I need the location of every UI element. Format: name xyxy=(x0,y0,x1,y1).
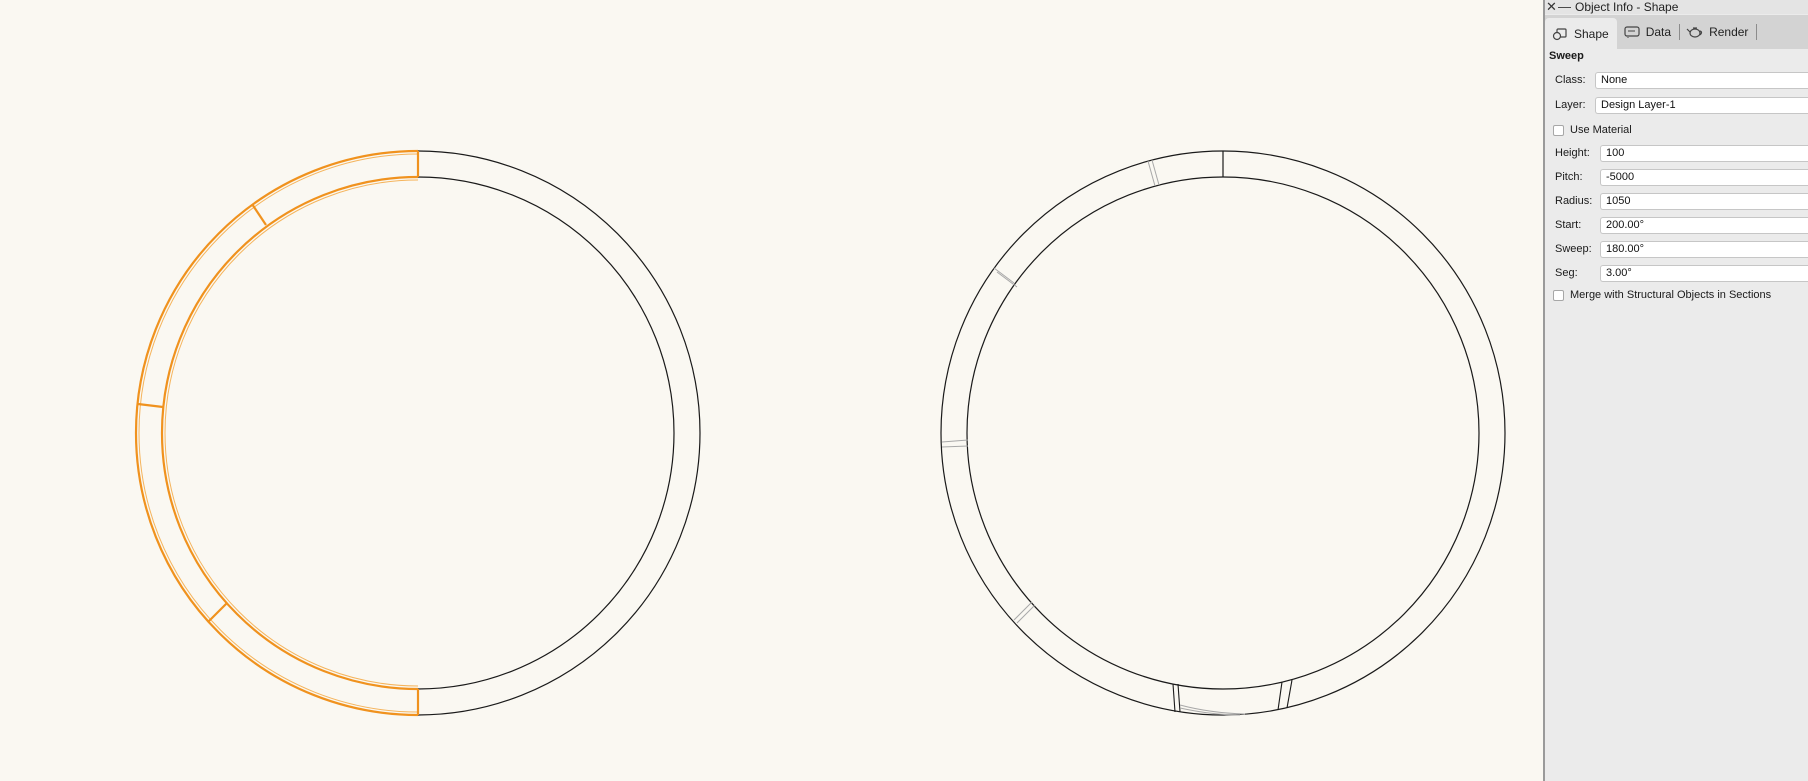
sweep-row: Sweep: 180.00° xyxy=(1555,240,1808,258)
start-field[interactable]: 200.00° xyxy=(1600,216,1808,234)
tab-render-label: Render xyxy=(1709,25,1749,39)
close-icon[interactable]: ✕ xyxy=(1545,0,1558,14)
pitch-label: Pitch: xyxy=(1555,171,1583,183)
seg-row: Seg: 3.00° xyxy=(1555,264,1808,282)
minimize-icon[interactable]: — xyxy=(1558,0,1571,14)
tab-render[interactable]: Render xyxy=(1680,15,1756,49)
radius-row: Radius: 1050 xyxy=(1555,192,1808,210)
shape-icon xyxy=(1552,27,1567,40)
class-label: Class: xyxy=(1555,74,1586,86)
palette-titlebar[interactable]: ✕ — Object Info - Shape xyxy=(1545,0,1808,14)
left-ring-selected-sweep[interactable] xyxy=(134,149,420,717)
tab-separator xyxy=(1756,24,1758,40)
use-material-checkbox[interactable]: Use Material xyxy=(1553,122,1632,138)
data-icon xyxy=(1624,26,1640,38)
height-label: Height: xyxy=(1555,147,1590,159)
height-row: Height: 100 xyxy=(1555,144,1808,162)
tab-data[interactable]: Data xyxy=(1617,15,1679,49)
pitch-row: Pitch: -5000 xyxy=(1555,168,1808,186)
class-dropdown[interactable]: None xyxy=(1595,71,1808,89)
class-row: Class: None xyxy=(1555,71,1808,89)
merge-structural-checkbox[interactable]: Merge with Structural Objects in Section… xyxy=(1553,287,1771,303)
drawing-canvas[interactable] xyxy=(0,0,1543,781)
merge-structural-box[interactable] xyxy=(1553,289,1564,301)
use-material-box[interactable] xyxy=(1553,124,1564,136)
pitch-field[interactable]: -5000 xyxy=(1600,168,1808,186)
radius-label: Radius: xyxy=(1555,195,1593,207)
teapot-icon xyxy=(1686,27,1703,38)
left-ring[interactable] xyxy=(134,149,701,717)
palette-title: Object Info - Shape xyxy=(1575,0,1679,14)
layer-dropdown[interactable]: Design Layer-1 xyxy=(1595,96,1808,114)
merge-structural-label: Merge with Structural Objects in Section… xyxy=(1570,289,1772,301)
tab-shape-label: Shape xyxy=(1574,26,1609,41)
use-material-label: Use Material xyxy=(1570,124,1632,136)
right-ring[interactable] xyxy=(940,150,1506,716)
layer-row: Layer: Design Layer-1 xyxy=(1555,96,1808,114)
sweep-field[interactable]: 180.00° xyxy=(1600,240,1808,258)
seg-field[interactable]: 3.00° xyxy=(1600,264,1808,282)
right-ring-inner xyxy=(966,176,1480,690)
radius-field[interactable]: 1050 xyxy=(1600,192,1808,210)
palette-tabs: Shape Data Render xyxy=(1545,15,1808,49)
right-ring-outer xyxy=(940,150,1506,716)
seg-label: Seg: xyxy=(1555,267,1578,279)
sweep-label: Sweep: xyxy=(1555,243,1592,255)
tab-shape[interactable]: Shape xyxy=(1545,18,1617,49)
start-label: Start: xyxy=(1555,219,1582,231)
drawing-area[interactable] xyxy=(0,0,1543,781)
object-info-palette[interactable]: ✕ — Object Info - Shape Shape Data Rende… xyxy=(1543,0,1808,781)
layer-label: Layer: xyxy=(1555,99,1586,111)
start-row: Start: 200.00° xyxy=(1555,216,1808,234)
object-type-title: Sweep xyxy=(1549,50,1584,62)
tab-data-label: Data xyxy=(1645,25,1672,39)
height-field[interactable]: 100 xyxy=(1600,144,1808,162)
left-ring-outer-right xyxy=(417,150,701,716)
